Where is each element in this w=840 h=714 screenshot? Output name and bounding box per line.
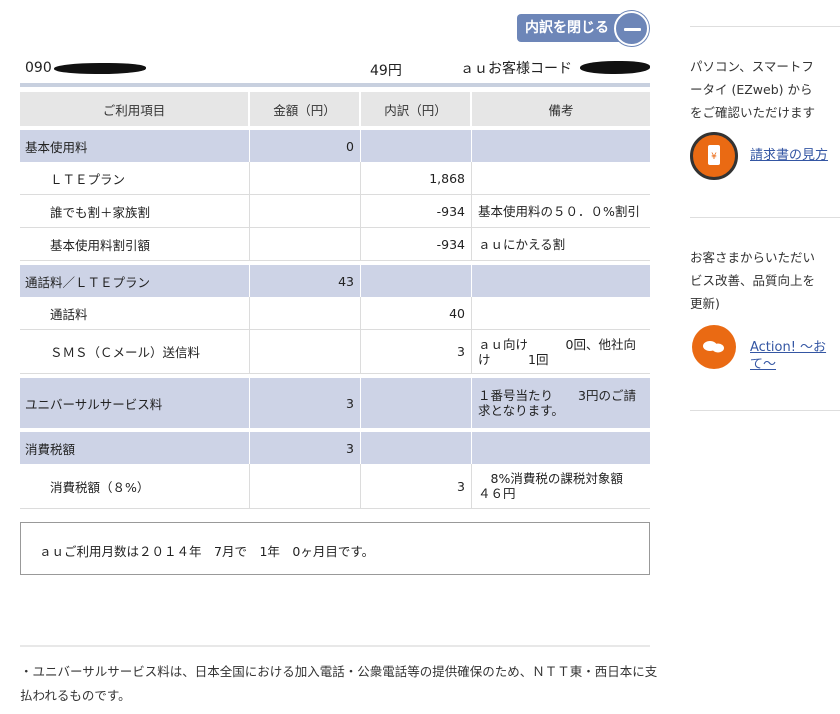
- column-header-item: ご利用項目: [20, 92, 250, 126]
- sidebar-text: ータイ (EZweb) から: [690, 82, 813, 97]
- item-name: ユニバーサルサービス料: [20, 378, 250, 428]
- item-note: 基本使用料の５０．０%割引: [472, 195, 650, 228]
- item-name: 通話料: [20, 297, 250, 330]
- divider: [690, 26, 840, 27]
- item-detail: -934: [361, 228, 472, 261]
- item-note: １番号当たり 3円のご請求となります。: [472, 378, 650, 428]
- item-amount: [250, 228, 361, 261]
- item-amount: 43: [250, 265, 361, 297]
- item-detail: 3: [361, 330, 472, 374]
- close-breakdown-button[interactable]: 内訳を閉じる: [517, 11, 650, 46]
- table-row: 基本使用料 0: [20, 130, 650, 162]
- divider: [20, 645, 650, 647]
- table-row: ユニバーサルサービス料 3 １番号当たり 3円のご請求となります。: [20, 378, 650, 428]
- table-row: 消費税額 3: [20, 432, 650, 464]
- item-note: [472, 432, 650, 464]
- table-row: 誰でも割＋家族割 -934 基本使用料の５０．０%割引: [20, 195, 650, 228]
- item-name: ＬＴＥプラン: [20, 162, 250, 195]
- item-note: [472, 265, 650, 297]
- item-detail: 40: [361, 297, 472, 330]
- item-name: 誰でも割＋家族割: [20, 195, 250, 228]
- item-note: 8%消費税の課税対象額 ４６円: [472, 464, 650, 509]
- item-name: 通話料／ＬＴＥプラン: [20, 265, 250, 297]
- divider: [690, 217, 840, 218]
- action-link-line2: て～: [750, 357, 777, 372]
- item-name: 基本使用料割引額: [20, 228, 250, 261]
- customer-code-label: ａｕお客様コード: [460, 61, 572, 77]
- table-row: 通話料／ＬＴＥプラン 43: [20, 265, 650, 297]
- column-header-detail: 内訳（円）: [361, 92, 472, 126]
- usage-months-box: ａｕご利用月数は２０１４年 7月で 1年 0ヶ月目です。: [20, 522, 650, 575]
- sidebar-text: ビス改善、品質向上を: [690, 273, 816, 288]
- item-detail: [361, 265, 472, 297]
- item-note: [472, 130, 650, 162]
- item-name: 消費税額: [20, 432, 250, 464]
- table-header-row: ご利用項目 金額（円） 内訳（円） 備考: [20, 92, 650, 126]
- sidebar-text: をご確認いただけます: [690, 105, 816, 120]
- item-detail: 1,868: [361, 162, 472, 195]
- minus-icon: [614, 11, 649, 46]
- item-amount: [250, 162, 361, 195]
- item-amount: [250, 195, 361, 228]
- divider: [690, 410, 840, 411]
- item-name: 消費税額（８%）: [20, 464, 250, 509]
- item-name: 基本使用料: [20, 130, 250, 162]
- universal-service-footnote: ・ユニバーサルサービス料は、日本全国における加入電話・公衆電話等の提供確保のため…: [20, 664, 658, 703]
- item-detail: [361, 378, 472, 428]
- item-detail: 3: [361, 464, 472, 509]
- item-name: ＳＭＳ（Ｃメール）送信料: [20, 330, 250, 374]
- item-amount: 3: [250, 432, 361, 464]
- sidebar-text: パソコン、スマートフ: [690, 59, 814, 74]
- redacted-phone-mark: [54, 63, 146, 74]
- redacted-customer-code-mark: [580, 61, 650, 74]
- table-row: 基本使用料割引額 -934 ａｕにかえる割: [20, 228, 650, 261]
- sidebar-text: 更新): [690, 296, 720, 311]
- table-row: ＬＴＥプラン 1,868: [20, 162, 650, 195]
- item-amount: [250, 330, 361, 374]
- total-amount: 49円: [370, 63, 402, 79]
- sidebar-text: お客さまからいただい: [690, 250, 816, 265]
- column-header-amount: 金額（円）: [250, 92, 361, 126]
- bill-smartphone-icon: ¥: [690, 132, 738, 180]
- billing-breakdown-table: ご利用項目 金額（円） 内訳（円） 備考 基本使用料 0 ＬＴＥプラン 1,86…: [20, 92, 650, 509]
- item-amount: 0: [250, 130, 361, 162]
- item-note: ａｕ向け 0回、他社向け 1回: [472, 330, 650, 374]
- item-detail: -934: [361, 195, 472, 228]
- svg-text:¥: ¥: [711, 152, 717, 162]
- phone-number: 090: [25, 60, 52, 76]
- column-header-note: 備考: [472, 92, 650, 126]
- speech-bubbles-icon: [692, 325, 736, 369]
- action-feedback-link[interactable]: Action! ～お て～: [750, 339, 826, 373]
- item-detail: [361, 432, 472, 464]
- account-info-line: 090 49円 ａｕお客様コード: [20, 56, 650, 82]
- table-row: 消費税額（８%） 3 8%消費税の課税対象額 ４６円: [20, 464, 650, 509]
- item-amount: [250, 464, 361, 509]
- bill-guide-link[interactable]: 請求書の見方: [750, 147, 828, 164]
- action-link-line1: Action! ～お: [750, 340, 827, 355]
- right-sidebar: パソコン、スマートフ ータイ (EZweb) から をご確認いただけます ¥ 請…: [690, 0, 840, 714]
- close-breakdown-label: 内訳を閉じる: [517, 14, 629, 42]
- usage-months-text: ａｕご利用月数は２０１４年 7月で 1年 0ヶ月目です。: [39, 544, 375, 559]
- divider: [20, 83, 650, 87]
- table-row: 通話料 40: [20, 297, 650, 330]
- item-note: [472, 297, 650, 330]
- item-detail: [361, 130, 472, 162]
- item-amount: 3: [250, 378, 361, 428]
- item-amount: [250, 297, 361, 330]
- item-note: ａｕにかえる割: [472, 228, 650, 261]
- item-note: [472, 162, 650, 195]
- table-row: ＳＭＳ（Ｃメール）送信料 3 ａｕ向け 0回、他社向け 1回: [20, 330, 650, 374]
